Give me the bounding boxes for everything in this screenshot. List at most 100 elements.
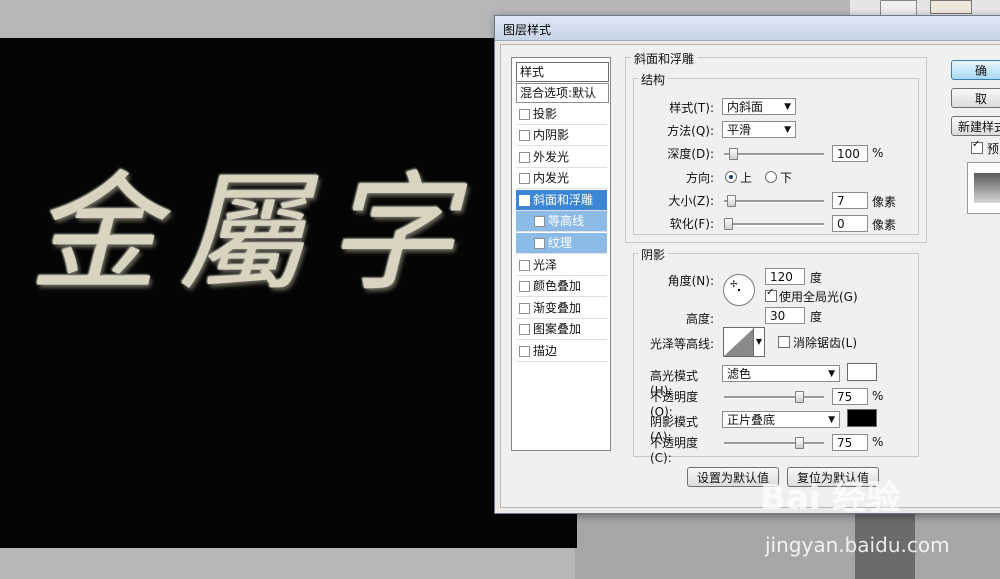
soften-unit: 像素 — [872, 218, 897, 232]
shadow-mode-select[interactable]: 正片叠底 ▼ — [722, 411, 840, 428]
soften-label: 软化(F): — [669, 217, 714, 231]
highlight-opacity-unit: % — [872, 389, 884, 403]
highlight-color-swatch[interactable] — [847, 363, 877, 381]
shadow-color-swatch[interactable] — [847, 409, 877, 427]
technique-label: 方法(Q): — [667, 124, 714, 138]
shadow-opacity-input[interactable]: 75 — [832, 434, 868, 451]
style-item-checkbox[interactable] — [519, 303, 530, 314]
color-swatch[interactable] — [930, 0, 972, 14]
depth-slider[interactable] — [724, 148, 824, 160]
styles-header[interactable]: 样式 — [516, 62, 609, 82]
style-item[interactable]: 渐变叠加 — [516, 298, 607, 319]
soften-slider-thumb[interactable] — [724, 218, 733, 230]
blend-options-item[interactable]: 混合选项:默认 — [516, 83, 609, 103]
size-slider[interactable] — [724, 195, 824, 207]
highlight-opacity-thumb[interactable] — [795, 391, 804, 403]
style-item-label: 颜色叠加 — [533, 279, 582, 293]
style-item[interactable]: 内发光 — [516, 168, 607, 189]
styles-list: 样式 混合选项:默认 投影内阴影外发光内发光斜面和浮雕等高线纹理光泽颜色叠加渐变… — [511, 57, 611, 451]
style-item-checkbox[interactable] — [519, 346, 530, 357]
style-item-label: 斜面和浮雕 — [533, 193, 594, 207]
anti-aliased-checkbox[interactable] — [778, 336, 790, 348]
style-item-checkbox[interactable] — [519, 130, 530, 141]
angle-input[interactable]: 120 — [765, 268, 805, 285]
style-item[interactable]: 内阴影 — [516, 125, 607, 146]
highlight-opacity-slider[interactable] — [724, 391, 824, 403]
cancel-button[interactable]: 取 — [951, 88, 1000, 108]
shadow-mode-value: 正片叠底 — [727, 413, 776, 427]
direction-up-label: 上 — [740, 171, 753, 185]
dialog-title: 图层样式 — [503, 23, 552, 37]
global-light-checkbox[interactable] — [765, 287, 777, 302]
style-item-label: 投影 — [533, 107, 558, 121]
style-item-label: 光泽 — [533, 258, 558, 272]
contour-dropdown-chevron-icon[interactable]: ▼ — [753, 327, 765, 357]
direction-down-radio[interactable] — [765, 171, 777, 183]
direction-up-radio[interactable] — [725, 171, 737, 183]
style-item-label: 渐变叠加 — [533, 301, 582, 315]
style-item-label: 内发光 — [533, 171, 570, 185]
style-item-checkbox[interactable] — [519, 281, 530, 292]
chevron-down-icon: ▼ — [828, 415, 835, 425]
style-item[interactable]: 图案叠加 — [516, 319, 607, 340]
style-item[interactable]: 纹理 — [516, 233, 607, 254]
baidu-watermark: Bai 经验 — [760, 478, 901, 518]
soften-slider[interactable] — [724, 218, 824, 230]
baidu-watermark-url: jingyan.baidu.com — [765, 533, 950, 557]
highlight-mode-select[interactable]: 滤色 ▼ — [722, 365, 840, 382]
altitude-input[interactable]: 30 — [765, 307, 805, 324]
ok-button[interactable]: 确 — [951, 60, 1000, 80]
global-light-label: 使用全局光(G) — [779, 290, 858, 304]
depth-slider-thumb[interactable] — [729, 148, 738, 160]
style-item[interactable]: 光泽 — [516, 255, 607, 276]
size-slider-thumb[interactable] — [727, 195, 736, 207]
style-item-checkbox[interactable] — [519, 324, 530, 335]
gloss-contour-preview[interactable] — [723, 327, 755, 357]
style-item-checkbox[interactable] — [534, 216, 545, 227]
technique-select-value: 平滑 — [727, 123, 752, 137]
style-select-value: 内斜面 — [727, 100, 764, 114]
panel-thumbnail[interactable] — [880, 0, 917, 16]
style-item-checkbox[interactable] — [534, 238, 545, 249]
style-item[interactable]: 斜面和浮雕 — [516, 190, 607, 211]
gloss-contour-label: 光泽等高线: — [649, 337, 714, 351]
style-item-label: 内阴影 — [533, 128, 570, 142]
style-item-checkbox[interactable] — [519, 173, 530, 184]
soften-input[interactable]: 0 — [832, 215, 868, 232]
style-item[interactable]: 等高线 — [516, 211, 607, 232]
style-item-label: 描边 — [533, 344, 558, 358]
preview-checkbox[interactable] — [971, 139, 983, 154]
altitude-unit: 度 — [810, 310, 823, 324]
shadow-opacity-unit: % — [872, 435, 884, 449]
anti-aliased-label: 消除锯齿(L) — [793, 336, 858, 350]
preview-label: 预 — [987, 142, 1000, 156]
style-item[interactable]: 外发光 — [516, 147, 607, 168]
highlight-mode-value: 滤色 — [727, 367, 752, 381]
shadow-opacity-slider[interactable] — [724, 437, 824, 449]
depth-input[interactable]: 100 — [832, 145, 868, 162]
bevel-emboss-title: 斜面和浮雕 — [631, 50, 698, 67]
size-label: 大小(Z): — [668, 194, 714, 208]
style-item-label: 图案叠加 — [533, 322, 582, 336]
style-item-checkbox[interactable] — [519, 152, 530, 163]
direction-down-label: 下 — [780, 171, 793, 185]
style-item[interactable]: 颜色叠加 — [516, 276, 607, 297]
size-input[interactable]: 7 — [832, 192, 868, 209]
style-item[interactable]: 描边 — [516, 341, 607, 362]
dial-center-dot — [738, 289, 740, 291]
shadow-opacity-label: 不透明度(C): — [650, 436, 699, 465]
altitude-label: 高度: — [685, 312, 714, 326]
style-item[interactable]: 投影 — [516, 104, 607, 125]
shadow-opacity-thumb[interactable] — [795, 437, 804, 449]
style-item-checkbox[interactable] — [519, 109, 530, 120]
dialog-titlebar[interactable]: 图层样式 — [495, 16, 1000, 41]
size-unit: 像素 — [872, 195, 897, 209]
style-item-checkbox[interactable] — [519, 191, 530, 211]
style-item-checkbox[interactable] — [519, 260, 530, 271]
technique-select[interactable]: 平滑 ▼ — [722, 121, 796, 138]
style-label: 样式(T): — [669, 101, 714, 115]
new-style-button[interactable]: 新建样式 — [951, 116, 1000, 136]
angle-dial[interactable]: ✢ — [723, 274, 755, 306]
highlight-opacity-input[interactable]: 75 — [832, 388, 868, 405]
style-select[interactable]: 内斜面 ▼ — [722, 98, 796, 115]
